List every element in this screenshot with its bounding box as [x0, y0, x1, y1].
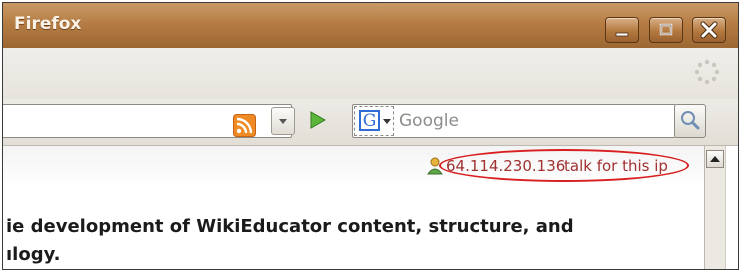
chevron-down-icon: [279, 119, 287, 124]
window-edge: [725, 146, 738, 269]
chevron-down-icon: [383, 119, 391, 124]
search-engine-selector[interactable]: G: [354, 106, 394, 136]
maximize-icon: [659, 23, 673, 36]
search-button[interactable]: [674, 104, 706, 138]
page-content: 64.114.230.136 talk for this ip log in /…: [3, 146, 738, 269]
rss-icon[interactable]: [233, 114, 256, 137]
title-bar[interactable]: Firefox: [3, 3, 738, 48]
go-arrow-icon[interactable]: [305, 108, 329, 132]
scroll-up-button[interactable]: [706, 150, 724, 168]
minimize-icon: [615, 32, 629, 37]
article-line: ılogy.: [6, 244, 61, 265]
menu-bar: [3, 48, 738, 99]
highlight-oval: [439, 149, 689, 182]
minimize-button[interactable]: [605, 17, 639, 43]
search-input[interactable]: [399, 109, 659, 133]
url-bar[interactable]: [3, 104, 292, 138]
google-engine-icon: G: [359, 110, 380, 131]
url-history-dropdown[interactable]: [271, 107, 295, 135]
navigation-toolbar: G: [3, 99, 738, 146]
article-line: ie development of WikiEducator content, …: [6, 216, 574, 237]
search-bar[interactable]: G: [352, 104, 676, 138]
window-title: Firefox: [14, 14, 82, 34]
article-text: ie development of WikiEducator content, …: [6, 213, 696, 269]
close-icon: [700, 21, 718, 39]
vertical-scrollbar[interactable]: [704, 146, 726, 269]
close-button[interactable]: [692, 17, 726, 43]
arrow-up-icon: [710, 156, 720, 162]
throbber-icon: [694, 59, 720, 85]
browser-window: Firefox G Google 64.114.230.136 talk for…: [2, 2, 739, 270]
personal-tools-bar: 64.114.230.136 talk for this ip log in /…: [3, 146, 738, 187]
magnifier-icon: [681, 111, 700, 130]
maximize-button[interactable]: [649, 17, 683, 43]
